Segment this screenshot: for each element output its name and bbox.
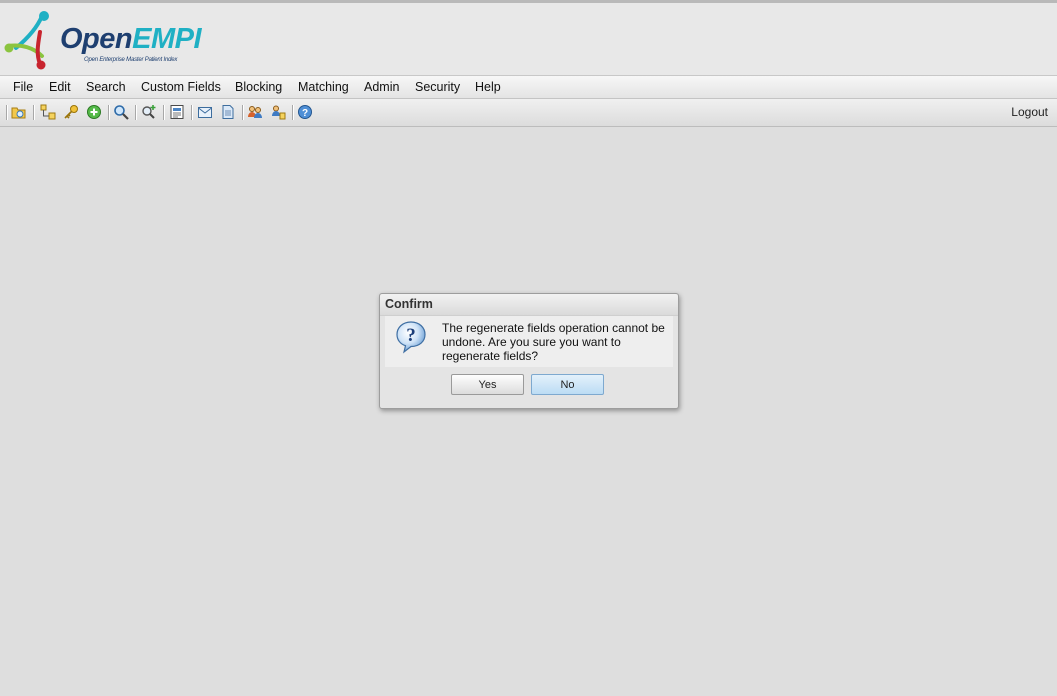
menu-matching[interactable]: Matching (298, 76, 349, 98)
menu-edit[interactable]: Edit (49, 76, 71, 98)
menu-admin[interactable]: Admin (364, 76, 399, 98)
openempi-logo: OpenEMPI Open Enterprise Master Patient … (4, 8, 202, 70)
question-icon: ? (394, 320, 428, 354)
toolbar-separator (292, 105, 294, 120)
app-header: OpenEMPI Open Enterprise Master Patient … (0, 3, 1057, 76)
email-icon[interactable] (197, 104, 213, 120)
toolbar-separator (33, 105, 35, 120)
menu-security[interactable]: Security (415, 76, 460, 98)
dialog-title-bar[interactable]: Confirm (380, 294, 678, 316)
add-icon[interactable] (86, 104, 102, 120)
menu-file[interactable]: File (13, 76, 33, 98)
help-icon[interactable]: ? (297, 104, 313, 120)
svg-text:?: ? (406, 325, 416, 346)
advanced-search-icon[interactable] (141, 104, 157, 120)
svg-text:?: ? (302, 108, 308, 119)
menu-help[interactable]: Help (475, 76, 501, 98)
search-icon[interactable] (113, 104, 129, 120)
confirm-dialog: Confirm ? The regenerate fields operatio… (379, 293, 679, 409)
dialog-body: ? The regenerate fields operation cannot… (385, 316, 673, 367)
user-link-icon[interactable] (270, 104, 286, 120)
toolbar: ? Logout (0, 99, 1057, 127)
report-icon[interactable] (169, 104, 185, 120)
toolbar-separator (242, 105, 244, 120)
toolbar-separator (191, 105, 193, 120)
yes-button[interactable]: Yes (451, 374, 524, 395)
users-icon[interactable] (247, 104, 263, 120)
dialog-message: The regenerate fields operation cannot b… (442, 321, 665, 363)
logo-mark-icon (4, 11, 49, 70)
toolbar-separator (135, 105, 137, 120)
menu-custom-fields[interactable]: Custom Fields (141, 76, 221, 98)
menu-search[interactable]: Search (86, 76, 126, 98)
menu-bar: File Edit Search Custom Fields Blocking … (0, 76, 1057, 99)
key-icon[interactable] (63, 104, 79, 120)
toolbar-separator (163, 105, 165, 120)
logo-tagline: Open Enterprise Master Patient Index (84, 57, 178, 63)
hierarchy-icon[interactable] (40, 104, 56, 120)
toolbar-separator (6, 105, 8, 120)
logout-link[interactable]: Logout (1011, 99, 1048, 126)
dialog-title: Confirm (385, 297, 433, 311)
no-button[interactable]: No (531, 374, 604, 395)
menu-blocking[interactable]: Blocking (235, 76, 282, 98)
toolbar-separator (108, 105, 110, 120)
document-icon[interactable] (220, 104, 236, 120)
open-folder-icon[interactable] (11, 104, 27, 120)
logo-wordmark: OpenEMPI (60, 23, 202, 55)
